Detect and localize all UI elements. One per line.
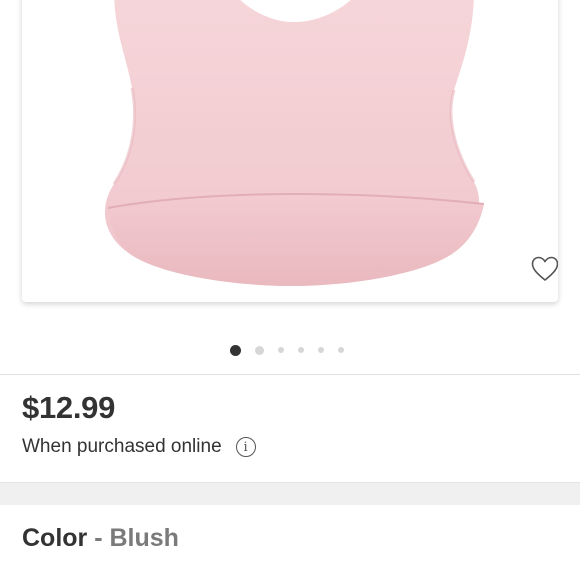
divider — [0, 374, 580, 375]
color-variant-heading: Color - Blush — [22, 524, 179, 553]
carousel-dot[interactable] — [277, 347, 284, 353]
product-image-card[interactable] — [22, 0, 558, 302]
purchase-note: When purchased online i — [22, 436, 256, 458]
carousel-dot[interactable] — [337, 347, 344, 353]
color-label: Color — [22, 524, 88, 552]
heart-outline-icon — [531, 256, 558, 281]
carousel-dot-active[interactable] — [229, 344, 241, 356]
carousel-dot[interactable] — [254, 345, 264, 355]
color-value: Blush — [109, 524, 179, 552]
carousel-dot[interactable] — [317, 347, 324, 353]
product-image — [104, 0, 485, 286]
carousel-indicators — [0, 343, 580, 357]
purchase-note-text: When purchased online — [22, 436, 222, 457]
section-separator — [0, 482, 580, 505]
info-icon[interactable]: i — [235, 437, 256, 457]
color-separator: - — [87, 524, 110, 552]
favorite-button[interactable] — [528, 254, 558, 284]
product-price: $12.99 — [22, 390, 116, 425]
carousel-dot[interactable] — [297, 347, 304, 353]
